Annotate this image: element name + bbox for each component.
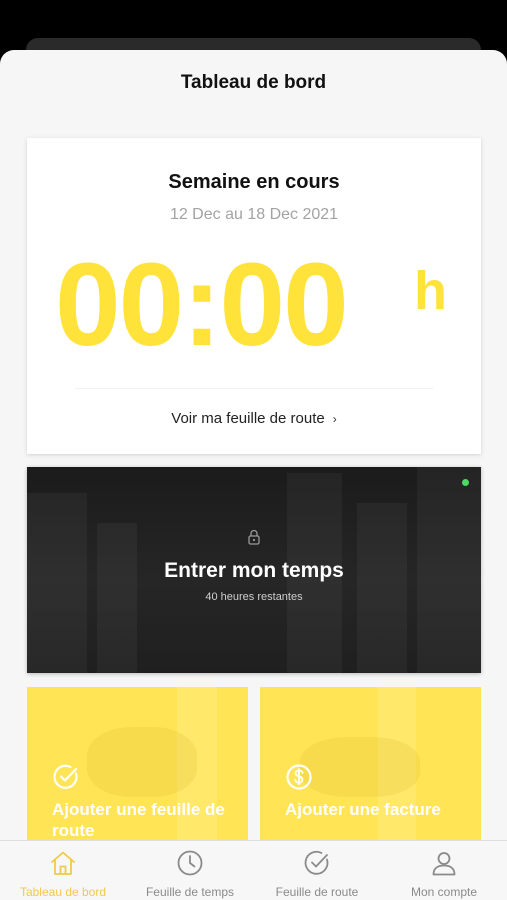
view-route-sheet-label: Voir ma feuille de route bbox=[171, 410, 325, 427]
tab-route-sheet-label: Feuille de route bbox=[275, 885, 359, 899]
tab-route-sheet[interactable]: Feuille de route bbox=[254, 841, 380, 900]
check-circle-icon bbox=[304, 850, 329, 875]
dollar-circle-icon bbox=[286, 764, 312, 790]
add-invoice-label: Ajouter une facture bbox=[285, 800, 441, 819]
view-route-sheet-link[interactable]: Voir ma feuille de route › bbox=[27, 410, 481, 427]
tab-timesheet-label: Feuille de temps bbox=[145, 885, 235, 899]
hours-unit: h bbox=[414, 261, 447, 321]
remaining-hours-text: 40 heures restantes bbox=[205, 591, 303, 603]
tab-timesheet[interactable]: Feuille de temps bbox=[127, 841, 253, 900]
tab-dashboard-label: Tableau de bord bbox=[19, 885, 107, 899]
week-date-range: 12 Dec au 18 Dec 2021 bbox=[169, 206, 339, 223]
chevron-right-icon: › bbox=[332, 412, 337, 426]
add-route-sheet-label: Ajouter une feuille de route bbox=[52, 800, 225, 840]
online-status-dot bbox=[462, 479, 469, 486]
background-building bbox=[27, 493, 87, 673]
home-icon bbox=[51, 851, 75, 875]
user-icon bbox=[432, 852, 456, 876]
enter-time-title: Entrer mon temps bbox=[164, 559, 344, 582]
tab-account[interactable]: Mon compte bbox=[381, 841, 507, 900]
divider bbox=[75, 388, 433, 389]
tab-dashboard[interactable]: Tableau de bord bbox=[0, 841, 126, 900]
page-title: Tableau de bord bbox=[180, 72, 327, 93]
tile-decoration bbox=[87, 727, 197, 797]
current-week-card: Semaine en cours 12 Dec au 18 Dec 2021 0… bbox=[27, 138, 481, 454]
clock-icon bbox=[177, 850, 203, 876]
add-invoice-tile[interactable]: Ajouter une facture bbox=[260, 687, 481, 857]
bottom-tab-bar: Tableau de bord Feuille de temps Feuille… bbox=[0, 840, 507, 900]
enter-time-card[interactable]: Entrer mon temps 40 heures restantes bbox=[27, 467, 481, 673]
lock-icon bbox=[248, 529, 260, 545]
tile-decoration bbox=[300, 737, 420, 797]
tab-account-label: Mon compte bbox=[410, 885, 478, 899]
dashboard-sheet: Tableau de bord Semaine en cours 12 Dec … bbox=[0, 50, 507, 900]
add-route-sheet-tile[interactable]: Ajouter une feuille de route bbox=[27, 687, 248, 857]
background-building bbox=[357, 503, 407, 673]
check-circle-icon bbox=[53, 764, 78, 789]
hours-total: 00:00 bbox=[55, 239, 349, 371]
week-title: Semaine en cours bbox=[168, 171, 340, 193]
